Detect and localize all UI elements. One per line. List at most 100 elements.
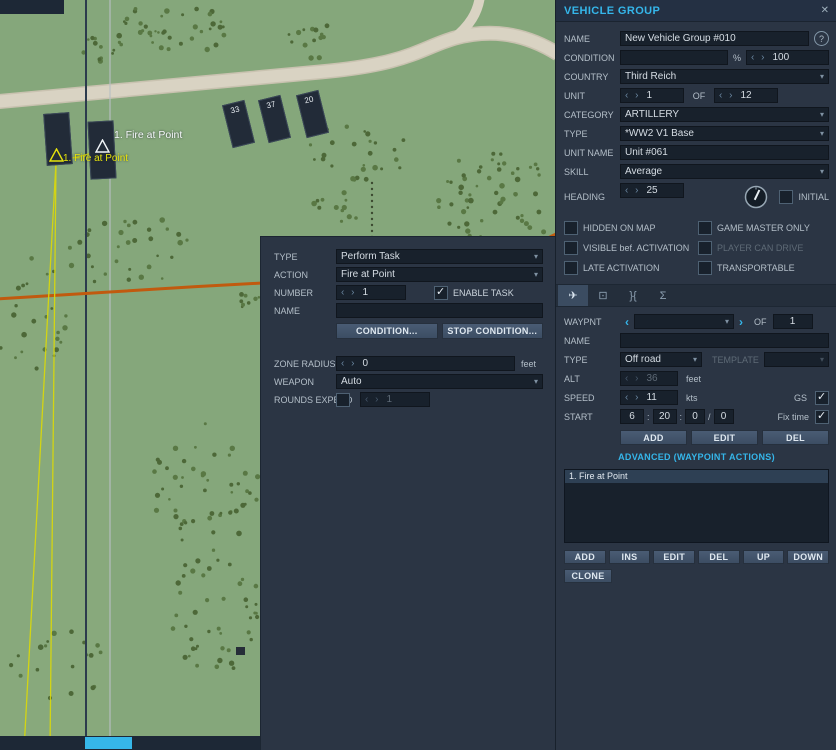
number-spinner[interactable]: 1: [336, 285, 406, 300]
vehicle-type-dropdown[interactable]: *WW2 V1 Base: [620, 126, 829, 141]
advanced-waypoint-actions-link[interactable]: ADVANCED (WAYPOINT ACTIONS): [556, 452, 836, 462]
mission-editor-window: 33 37 20 1. Fire at Point 1. Fire at Poi…: [0, 0, 836, 750]
road: [0, 27, 556, 108]
tab-route[interactable]: ⊡: [588, 285, 618, 306]
zone-radius-spinner[interactable]: 0: [336, 356, 515, 371]
skill-label: SKILL: [564, 166, 589, 177]
hidden-on-map-option[interactable]: HIDDEN ON MAP: [564, 221, 698, 235]
action-up-button[interactable]: UP: [742, 549, 785, 564]
transportable-checkbox[interactable]: [698, 261, 712, 275]
stop-condition-button[interactable]: STOP CONDITION...: [441, 323, 543, 339]
waypoint-triangle-white-icon[interactable]: [95, 139, 110, 153]
waypoint-label: 1. Fire at Point: [114, 129, 183, 141]
condition-button[interactable]: CONDITION...: [336, 323, 438, 339]
close-icon[interactable]: ✕: [821, 5, 829, 16]
waypoint-name-input[interactable]: [620, 333, 829, 348]
condition-max-spinner[interactable]: 100: [746, 50, 829, 65]
waypoint-prev-button[interactable]: ‹: [625, 315, 629, 329]
route-tab-icon: ⊡: [598, 290, 608, 302]
late-activation-option[interactable]: LATE ACTIVATION: [564, 261, 698, 275]
start-day-input[interactable]: [713, 409, 734, 424]
task-name-label: NAME: [274, 305, 301, 316]
action-ins-button[interactable]: INS: [608, 549, 651, 564]
waypnt-dropdown[interactable]: [634, 314, 734, 329]
speed-unit-label: kts: [686, 392, 698, 403]
skill-dropdown[interactable]: Average: [620, 164, 829, 179]
waypnt-label: WAYPNT: [564, 316, 602, 327]
rounds-expend-checkbox[interactable]: [336, 392, 350, 407]
unit-count-spinner[interactable]: 12: [714, 88, 778, 103]
waypoint-del-button[interactable]: DEL: [762, 430, 829, 445]
condition-percent-label: %: [733, 52, 742, 63]
tab-unit[interactable]: ✈: [558, 285, 588, 306]
hidden-on-map-checkbox[interactable]: [564, 221, 578, 235]
game-master-only-checkbox[interactable]: [698, 221, 712, 235]
waypoint-type-dropdown[interactable]: Off road: [620, 352, 702, 367]
tab-triggered-actions[interactable]: Σ: [648, 285, 678, 306]
action-edit-button[interactable]: EDIT: [653, 549, 696, 564]
fix-time-checkbox[interactable]: [815, 409, 829, 424]
enable-task-checkbox[interactable]: [434, 285, 448, 300]
time-colon2: :: [679, 411, 683, 422]
unit-name-label: UNIT NAME: [564, 147, 614, 158]
action-down-button[interactable]: DOWN: [787, 549, 830, 564]
list-item[interactable]: 1. Fire at Point: [565, 470, 828, 483]
panel-header: VEHICLE GROUP ✕: [556, 0, 836, 22]
speed-spinner[interactable]: 11: [620, 390, 678, 405]
status-highlight[interactable]: [85, 737, 132, 749]
player-can-drive-option: PLAYER CAN DRIVE: [698, 241, 829, 255]
task-type-label: TYPE: [274, 251, 298, 262]
waypnt-of-label: OF: [754, 316, 767, 327]
alt-spinner: 36: [620, 371, 678, 386]
waypoint-triangle-yellow-icon[interactable]: [49, 148, 64, 162]
group-editor-tabbar: ✈ ⊡ }{ Σ: [556, 284, 836, 307]
player-can-drive-checkbox: [698, 241, 712, 255]
transportable-option[interactable]: TRANSPORTABLE: [698, 261, 829, 275]
heading-label: HEADING: [564, 192, 606, 202]
weapon-dropdown[interactable]: Auto: [336, 374, 543, 389]
visible-before-activation-option[interactable]: VISIBLE bef. ACTIVATION: [564, 241, 698, 255]
vehicle-group-panel: VEHICLE GROUP ✕ NAME ? CONDITION % 100 C…: [555, 0, 836, 750]
template-dropdown: [763, 352, 829, 367]
country-dropdown[interactable]: Third Reich: [620, 69, 829, 84]
zone-radius-unit: feet: [521, 358, 537, 369]
action-add-button[interactable]: ADD: [564, 549, 606, 564]
game-master-only-option[interactable]: GAME MASTER ONLY: [698, 221, 829, 235]
rounds-spinner[interactable]: 1: [360, 392, 430, 407]
task-type-dropdown[interactable]: Perform Task: [336, 249, 543, 264]
waypoint-next-button[interactable]: ›: [739, 315, 743, 329]
tab-payload[interactable]: }{: [618, 285, 648, 306]
clone-button[interactable]: CLONE: [564, 568, 612, 583]
initial-checkbox[interactable]: [779, 190, 794, 204]
start-second-input[interactable]: [685, 409, 706, 424]
late-activation-checkbox[interactable]: [564, 261, 578, 275]
unit-number-label: 33: [229, 104, 241, 116]
waypoint-actions-list[interactable]: 1. Fire at Point: [564, 469, 829, 543]
orange-road-line: [0, 281, 263, 301]
unit-index-spinner[interactable]: 1: [620, 88, 684, 103]
heading-spinner[interactable]: 25: [620, 183, 684, 198]
waypnt-total-field: 1: [772, 314, 813, 329]
toolbar-fragment: [0, 0, 64, 14]
waypoint-edit-button[interactable]: EDIT: [691, 430, 758, 445]
unit-name-input[interactable]: [620, 145, 829, 160]
country-label: COUNTRY: [564, 71, 609, 82]
waypoint-add-button[interactable]: ADD: [620, 430, 687, 445]
action-del-button[interactable]: DEL: [698, 549, 740, 564]
category-dropdown[interactable]: ARTILLERY: [620, 107, 829, 122]
help-icon[interactable]: ?: [814, 31, 829, 46]
start-hour-input[interactable]: [620, 409, 644, 424]
field-patch: [0, 292, 110, 750]
condition-input[interactable]: [620, 50, 728, 65]
group-name-input[interactable]: [620, 31, 809, 46]
gs-checkbox[interactable]: [815, 390, 829, 405]
time-slash: /: [708, 411, 711, 422]
task-name-input[interactable]: [336, 303, 543, 318]
start-minute-input[interactable]: [652, 409, 677, 424]
compass-icon[interactable]: [743, 184, 769, 210]
payload-tab-icon: }{: [629, 289, 637, 302]
fix-time-label: Fix time: [777, 411, 810, 422]
visible-before-activation-checkbox[interactable]: [564, 241, 578, 255]
unit-number-label: 20: [303, 94, 315, 106]
action-dropdown[interactable]: Fire at Point: [336, 267, 543, 282]
